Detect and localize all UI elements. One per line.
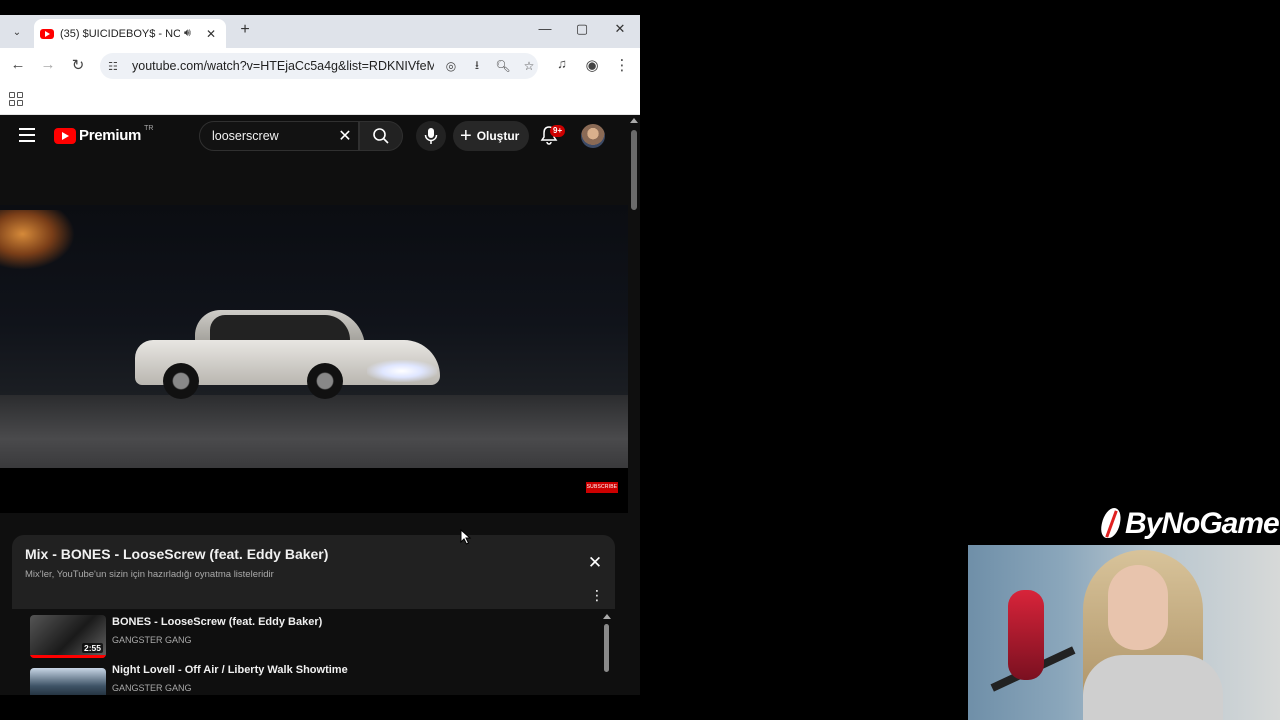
playlist-item-title[interactable]: BONES - LooseScrew (feat. Eddy Baker) <box>112 616 322 628</box>
back-arrow-icon[interactable]: ← <box>8 56 28 76</box>
media-control-icon[interactable]: ♫ <box>552 56 572 76</box>
mouse-cursor-icon <box>460 529 472 545</box>
site-info-icon[interactable]: ☷ <box>108 60 122 73</box>
playlist-subtitle: Mix'ler, YouTube'un sizin için hazırladı… <box>25 569 274 580</box>
install-app-icon[interactable]: ⭳ <box>468 56 486 77</box>
browser-tab-active[interactable]: (35) $UICIDEBOY$ - NON H 🔊︎ ✕ <box>34 19 226 48</box>
create-button[interactable]: + Oluştur <box>453 121 529 151</box>
playlist-item-channel[interactable]: GANGSTER GANG <box>112 683 192 693</box>
playlist-item-channel[interactable]: GANGSTER GANG <box>112 635 192 645</box>
video-duration: 2:55 <box>81 643 103 653</box>
tab-title: (35) $UICIDEBOY$ - NON H <box>60 27 180 40</box>
playlist-item-title[interactable]: Night Lovell - Off Air / Liberty Walk Sh… <box>112 664 348 676</box>
audio-playing-icon[interactable]: 🔊︎ <box>184 27 198 40</box>
bynogame-logo-text: ByNoGame <box>1125 507 1280 540</box>
create-label: Oluştur <box>476 129 520 143</box>
playlist-scrollbar[interactable] <box>603 614 611 694</box>
page-scrollbar[interactable] <box>628 115 640 695</box>
maximize-icon[interactable]: ▢ <box>572 21 592 41</box>
webcam-overlay <box>968 545 1280 720</box>
country-code: TR <box>144 125 154 132</box>
close-playlist-icon[interactable]: ✕ <box>586 553 604 573</box>
close-tab-icon[interactable]: ✕ <box>204 27 218 41</box>
url-text[interactable]: youtube.com/watch?v=HTEjaCc5a4g&list=RDK… <box>132 59 434 73</box>
youtube-page: Premium TR looserscrew ✕ + Oluştur 9+ SU… <box>0 115 640 695</box>
video-player[interactable] <box>0 205 628 468</box>
video-frame-car <box>135 305 445 399</box>
forward-arrow-icon[interactable]: → <box>38 56 58 76</box>
close-window-icon[interactable]: ✕ <box>610 21 630 41</box>
subscribe-watermark[interactable]: SUBSCRIBE <box>586 482 618 493</box>
youtube-logo-icon <box>54 127 76 144</box>
clear-search-icon[interactable]: ✕ <box>332 126 358 146</box>
address-bar[interactable]: ☷ youtube.com/watch?v=HTEjaCc5a4g&list=R… <box>100 53 538 79</box>
streamer-microphone <box>1008 590 1044 680</box>
streamer-face <box>1108 565 1168 650</box>
notification-count-badge: 9+ <box>550 125 566 137</box>
apps-grid-icon[interactable] <box>9 92 23 106</box>
tab-search-chevron-icon[interactable]: ⌄ <box>6 21 28 43</box>
search-icon <box>373 128 389 144</box>
bynogame-logo: ByNoGame <box>1097 505 1280 543</box>
youtube-favicon-icon <box>40 28 54 39</box>
playlist-more-icon[interactable]: ⋮ <box>590 588 604 602</box>
bookmark-star-icon[interactable]: ☆ <box>520 59 538 73</box>
minimize-icon[interactable]: — <box>535 21 555 41</box>
youtube-premium-logo[interactable]: Premium TR <box>54 125 154 144</box>
microphone-icon <box>424 128 438 144</box>
browser-window: ⌄ (35) $UICIDEBOY$ - NON H 🔊︎ ✕ + — ▢ ✕ … <box>0 15 640 695</box>
new-tab-button[interactable]: + <box>236 21 254 41</box>
playlist-item-thumbnail[interactable]: 2:55 <box>30 615 106 658</box>
search-input[interactable]: looserscrew ✕ <box>199 121 359 151</box>
voice-search-button[interactable] <box>416 121 446 151</box>
search-button[interactable] <box>359 121 403 151</box>
bynogame-mark-icon <box>1097 506 1125 542</box>
plus-icon: + <box>460 125 472 147</box>
zoom-icon[interactable]: 🔍︎ <box>494 59 512 73</box>
video-bottom-letterbox <box>0 468 628 513</box>
search-query[interactable]: looserscrew <box>212 129 332 143</box>
playlist-title: Mix - BONES - LooseScrew (feat. Eddy Bak… <box>25 546 329 562</box>
browser-toolbar: ← → ↻ ☷ youtube.com/watch?v=HTEjaCc5a4g&… <box>0 48 640 84</box>
profile-icon[interactable]: ◉ <box>582 56 602 76</box>
hamburger-menu-icon[interactable] <box>19 128 35 142</box>
bookmarks-bar <box>0 84 640 115</box>
menu-dots-icon[interactable]: ⋮ <box>612 56 632 76</box>
google-lens-icon[interactable]: ◎ <box>442 59 460 73</box>
playlist-item-thumbnail[interactable] <box>30 668 106 695</box>
brand-text: Premium <box>79 127 142 144</box>
account-avatar[interactable] <box>581 124 605 148</box>
reload-icon[interactable]: ↻ <box>68 56 88 76</box>
tab-bar: ⌄ (35) $UICIDEBOY$ - NON H 🔊︎ ✕ + — ▢ ✕ <box>0 15 640 48</box>
